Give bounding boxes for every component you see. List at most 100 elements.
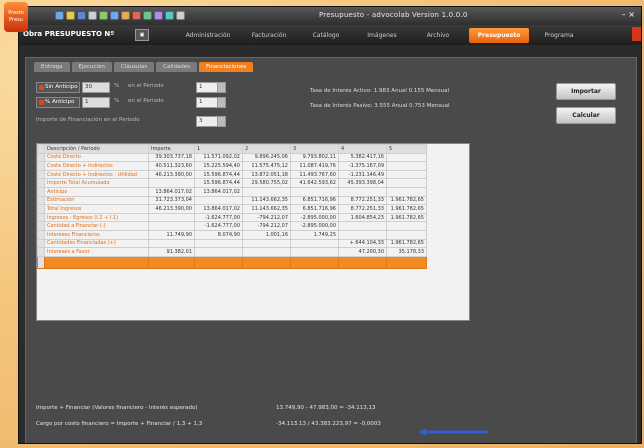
table-row[interactable]: Intereses a Favor 91.382,01 47.200,30 35.17… (37, 247, 427, 257)
periodo-spinner[interactable]: 1 (196, 82, 226, 93)
table-cell[interactable] (290, 255, 339, 269)
paste-icon[interactable] (121, 11, 130, 20)
row-selector[interactable] (37, 144, 45, 154)
document-selector-button[interactable]: ▣ (135, 29, 149, 41)
table-cell[interactable]: 9.793.802,11 (290, 152, 339, 163)
table-cell[interactable]: 15.596.874,44 (194, 169, 243, 180)
table-cell[interactable] (290, 186, 339, 197)
row-selector[interactable] (37, 212, 45, 223)
table-cell[interactable]: 1.749,25 (290, 229, 339, 240)
table-cell[interactable]: -2.895.000,00 (290, 212, 339, 223)
table-cell[interactable]: 8.772.251,33 (338, 195, 387, 206)
tab-imagenes[interactable]: Imágenes (355, 28, 409, 43)
table-cell[interactable] (386, 169, 427, 180)
row-selector[interactable] (37, 178, 45, 188)
table-cell[interactable]: 6.851.716,96 (290, 195, 339, 206)
table-cell[interactable]: 1.961.782,65 (386, 204, 427, 214)
table-cell[interactable] (386, 178, 427, 188)
table-cell[interactable]: Total Ingresos (44, 204, 149, 214)
table-cell[interactable] (242, 247, 291, 257)
table-cell[interactable]: Importe Total Acumulado (44, 178, 149, 188)
row-selector[interactable] (37, 161, 45, 171)
tab-archivo[interactable]: Archivo (411, 28, 465, 43)
save-icon[interactable] (77, 11, 86, 20)
open-icon[interactable] (66, 11, 75, 20)
table-cell[interactable]: Estimación (44, 195, 149, 206)
table-cell[interactable]: 46.213.390,00 (148, 169, 195, 180)
table-cell[interactable]: -794.212,07 (242, 212, 291, 223)
table-cell[interactable] (242, 186, 291, 197)
row-selector[interactable] (37, 255, 45, 269)
table-row[interactable]: Cantidades Financiadas (+) +.644.104,33 1.… (37, 238, 427, 249)
percent-anticipo-checkbox[interactable]: % Anticipo (36, 97, 80, 108)
table-cell[interactable]: Cantidad a Financiar (-) (44, 221, 149, 231)
settings-icon[interactable] (176, 11, 185, 20)
table-row[interactable]: Ingresos - Egresos (I.2 + I.1) -1.624.777… (37, 212, 427, 223)
table-cell[interactable] (338, 186, 387, 197)
tab-facturacion[interactable]: Facturación (241, 28, 297, 43)
table-cell[interactable] (290, 247, 339, 257)
table-cell[interactable] (194, 247, 243, 257)
periodo-spinner-2[interactable]: 1 (196, 97, 226, 108)
table-cell[interactable] (338, 229, 387, 240)
redo-icon[interactable] (143, 11, 152, 20)
new-icon[interactable] (55, 11, 64, 20)
table-cell[interactable]: 8.074,90 (194, 229, 243, 240)
table-cell[interactable]: -1.375.167,09 (338, 161, 387, 171)
tab-administracion[interactable]: Administración (177, 28, 239, 43)
row-selector[interactable] (37, 229, 45, 240)
close-panel-icon[interactable] (632, 27, 641, 41)
table-cell[interactable]: 13.872.051,18 (242, 169, 291, 180)
table-cell[interactable] (338, 221, 387, 231)
new-entry-row[interactable] (37, 255, 427, 269)
table-cell[interactable]: Coste Directo (44, 152, 149, 163)
table-cell[interactable] (338, 255, 387, 269)
table-cell[interactable] (148, 255, 195, 269)
table-cell[interactable]: -1.624.777,00 (194, 212, 243, 223)
subtab-entrega[interactable]: Entrega (34, 62, 70, 72)
row-selector[interactable] (37, 186, 45, 197)
table-cell[interactable]: 91.382,01 (148, 247, 195, 257)
table-cell[interactable]: 1.604.854,23 (338, 212, 387, 223)
table-cell[interactable]: Intereses a Favor (44, 247, 149, 257)
table-cell[interactable]: 8.772.251,33 (338, 204, 387, 214)
table-cell[interactable]: -2.895.000,00 (290, 221, 339, 231)
tab-presupuesto[interactable]: Presupuesto (469, 28, 529, 43)
chart-icon[interactable] (154, 11, 163, 20)
table-cell[interactable]: 13.864.017,02 (194, 186, 243, 197)
table-icon[interactable] (165, 11, 174, 20)
table-cell[interactable] (386, 186, 427, 197)
table-cell[interactable] (148, 178, 195, 188)
table-cell[interactable]: -1.624.777,00 (194, 221, 243, 231)
table-cell[interactable]: 46.213.390,00 (148, 204, 195, 214)
table-cell[interactable]: Coste Directo + Indirectos (44, 161, 149, 171)
table-cell[interactable]: 11.143.662,35 (242, 204, 291, 214)
table-header-row[interactable]: Descripción / Periodo Importe 1 2 3 4 5 (37, 144, 427, 154)
table-cell[interactable]: 1.001,16 (242, 229, 291, 240)
table-cell[interactable]: 15.225.594,40 (194, 161, 243, 171)
table-row[interactable]: Anticipo 13.864.017,02 13.864.017,02 (37, 186, 427, 197)
table-cell[interactable]: 45.393.398,04 (338, 178, 387, 188)
table-cell[interactable]: Anticipo (44, 186, 149, 197)
table-cell[interactable] (386, 255, 427, 269)
anticipo-percent-input[interactable]: 30 (82, 82, 110, 93)
row-selector[interactable] (37, 247, 45, 257)
table-row[interactable]: Total Ingresos 46.213.390,00 13.864.017,02… (37, 204, 427, 214)
table-cell[interactable] (44, 255, 149, 269)
table-cell[interactable] (148, 212, 195, 223)
table-cell[interactable]: 39.303.737,18 (148, 152, 195, 163)
table-cell[interactable] (290, 238, 339, 249)
table-cell[interactable]: 35.178,33 (386, 247, 427, 257)
table-cell[interactable]: 29.580.755,02 (242, 178, 291, 188)
table-cell[interactable] (386, 161, 427, 171)
table-cell[interactable]: 9.896.245,06 (242, 152, 291, 163)
table-cell[interactable]: 41.642.593,62 (290, 178, 339, 188)
table-cell[interactable]: 13.864.017,02 (148, 186, 195, 197)
table-cell[interactable]: 31.723.373,04 (148, 195, 195, 206)
table-cell[interactable]: -1.231.146,49 (338, 169, 387, 180)
copy-icon[interactable] (110, 11, 119, 20)
app-logo[interactable]: Presto Presu (4, 2, 28, 32)
table-row[interactable]: Importe Total Acumulado 15.596.874,44 29.5… (37, 178, 427, 188)
financiacion-spinner[interactable]: 3 (196, 116, 226, 127)
table-row[interactable]: Coste Directo + Indirectos - Utilidad 46.… (37, 169, 427, 180)
